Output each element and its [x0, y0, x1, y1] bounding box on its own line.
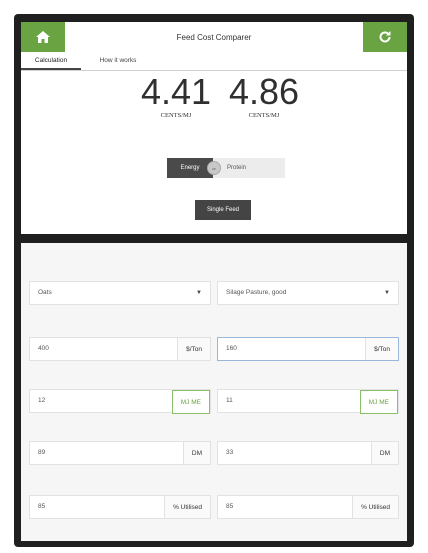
page-title: Feed Cost Comparer: [176, 32, 252, 42]
caret-down-icon: ▼: [196, 290, 202, 296]
caret-down-icon: ▼: [384, 290, 390, 296]
price-unit: $/Ton: [177, 338, 210, 360]
tab-calculation[interactable]: Calculation: [21, 52, 81, 70]
refresh-button[interactable]: [363, 22, 407, 52]
dm-unit: DM: [182, 442, 210, 464]
feed-2-type-select[interactable]: Silage Pasture, good ▼: [217, 281, 399, 305]
feed-1-price: 400: [38, 345, 49, 352]
feed-1-energy: 12: [38, 397, 46, 404]
dm-unit: DM: [370, 442, 398, 464]
feed-1-type-select[interactable]: Oats ▼: [29, 281, 211, 305]
feed-1-price-input[interactable]: 400 $/Ton: [29, 337, 211, 361]
feed-2-dm-input[interactable]: 33 DM: [217, 441, 399, 465]
feed-2-type: Silage Pasture, good: [226, 289, 287, 296]
feed-2-utilised-input[interactable]: 85 % Utilised: [217, 495, 399, 519]
single-feed-button[interactable]: Single Feed: [195, 200, 251, 220]
home-icon: [36, 31, 50, 43]
energy-unit: MJ ME: [171, 390, 210, 414]
toggle-knob[interactable]: or: [207, 161, 221, 175]
feed-2-utilised: 85: [226, 503, 234, 510]
feed-1-energy-input[interactable]: 12 MJ ME: [29, 389, 211, 414]
energy-protein-toggle[interactable]: Energy or Protein: [167, 158, 285, 178]
tab-bar: Calculation How it works: [21, 52, 407, 71]
result-value: 4.86: [228, 71, 300, 112]
app-frame: Feed Cost Comparer Calculation How it wo…: [14, 14, 414, 547]
utilised-unit: % Utilised: [352, 496, 398, 518]
results-panel: Feed Cost Comparer Calculation How it wo…: [21, 22, 407, 234]
price-unit: $/Ton: [365, 338, 398, 360]
feed-2-price-input[interactable]: 160 $/Ton: [217, 337, 399, 361]
feed-2-dm: 33: [226, 449, 234, 456]
result-unit: CENTS/MJ: [248, 112, 280, 119]
app-header: Feed Cost Comparer: [21, 22, 407, 52]
feed-2-price: 160: [226, 345, 237, 352]
feed-2-energy: 11: [226, 397, 233, 404]
feed-1-utilised: 85: [38, 503, 46, 510]
energy-unit: MJ ME: [359, 390, 398, 414]
feed-1-utilised-input[interactable]: 85 % Utilised: [29, 495, 211, 519]
toggle-protein[interactable]: Protein: [227, 165, 246, 171]
feed-1-dm-input[interactable]: 89 DM: [29, 441, 211, 465]
inputs-panel: Oats ▼ Silage Pasture, good ▼ 400 $/Ton …: [21, 243, 407, 541]
result-feed-2: 4.86 CENTS/MJ: [209, 71, 319, 120]
home-button[interactable]: [21, 22, 65, 52]
tab-how-it-works[interactable]: How it works: [87, 52, 149, 69]
feed-2-energy-input[interactable]: 11 MJ ME: [217, 389, 399, 414]
utilised-unit: % Utilised: [164, 496, 210, 518]
feed-1-type: Oats: [38, 289, 52, 296]
refresh-icon: [379, 31, 391, 43]
feed-1-dm: 89: [38, 449, 46, 456]
